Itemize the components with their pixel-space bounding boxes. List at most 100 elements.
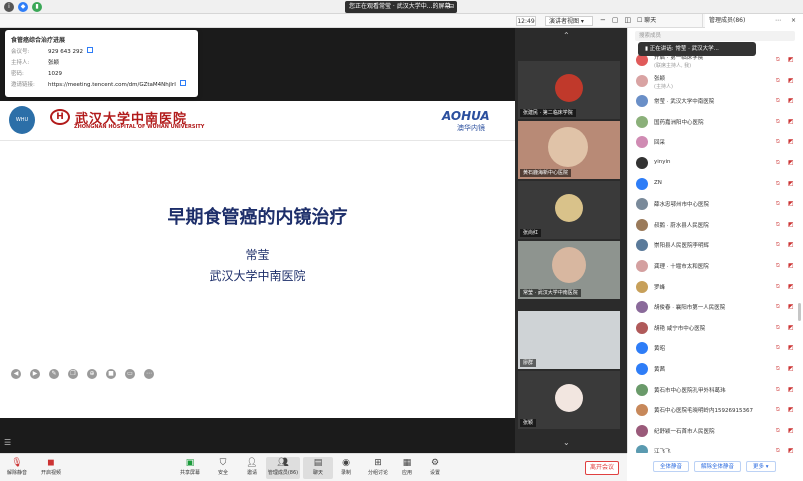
mic-muted-icon[interactable]: ⍉	[776, 303, 780, 311]
close-banner-icon[interactable]: ⊟	[449, 1, 454, 13]
view-mode-button[interactable]: 演讲者视图 ▾	[545, 16, 593, 26]
camera-off-icon[interactable]: ◩	[788, 56, 794, 63]
camera-off-icon[interactable]: ◩	[788, 77, 794, 84]
member-row[interactable]: 纪舒颖一石首市人民医院 ⍉ ◩	[628, 421, 803, 442]
member-row[interactable]: 胡俊春 · 襄阳市第一人民医院 ⍉ ◩	[628, 297, 803, 318]
more-button[interactable]: 更多 ▾	[746, 461, 776, 472]
chat-button[interactable]: ▤ 聊天	[303, 457, 333, 479]
mic-muted-icon[interactable]: ⍉	[776, 406, 780, 414]
camera-off-icon[interactable]: ◩	[788, 344, 794, 351]
video-tile[interactable]: 廖群	[518, 311, 620, 369]
more-icon[interactable]: ⋯	[775, 14, 781, 28]
mic-muted-icon[interactable]: ⍉	[776, 159, 780, 167]
mic-muted-icon[interactable]: ⍉	[776, 365, 780, 373]
video-tile[interactable]: 张颖	[518, 371, 620, 429]
mic-muted-icon[interactable]: ⍉	[776, 77, 780, 85]
camera-off-icon[interactable]: ◩	[788, 138, 794, 145]
start-video-button[interactable]: ◼ 开启视频	[36, 457, 66, 476]
camera-off-icon[interactable]: ◩	[788, 97, 794, 104]
member-row[interactable]: 常莹 · 武汉大学中南医院 ⍉ ◩	[628, 91, 803, 112]
mic-muted-icon[interactable]: ⍉	[776, 56, 780, 64]
camera-off-icon[interactable]: ◩	[788, 118, 794, 125]
mic-muted-icon[interactable]: ⍉	[776, 262, 780, 270]
invite-button[interactable]: 👤︎ 邀请	[237, 457, 267, 476]
member-row[interactable]: 薛水忠鄂州市中心医院 ⍉ ◩	[628, 194, 803, 215]
mute-all-button[interactable]: 全体静音	[653, 461, 690, 472]
camera-off-icon[interactable]: ◩	[788, 180, 794, 187]
camera-off-icon[interactable]: ◩	[788, 386, 794, 393]
shield-icon[interactable]: ◆	[18, 2, 28, 12]
member-search-input[interactable]: 搜索成员	[635, 31, 795, 41]
restore-icon[interactable]: ▢	[612, 16, 619, 24]
mic-muted-icon[interactable]: ⍉	[776, 427, 780, 435]
mic-muted-icon[interactable]: ⍉	[776, 283, 780, 291]
member-row[interactable]: yinyin ⍉ ◩	[628, 153, 803, 174]
mic-muted-icon[interactable]: ⍉	[776, 344, 780, 352]
mic-muted-icon[interactable]: ⍉	[776, 180, 780, 188]
manage-members-button[interactable]: 👥︎ 管理成员(86)	[266, 457, 300, 479]
signal-icon[interactable]: ▮	[32, 2, 42, 12]
more-options-icon[interactable]: ⋯	[144, 369, 154, 379]
member-row[interactable]: 回采 ⍉ ◩	[628, 132, 803, 153]
mic-muted-icon[interactable]: ⍉	[776, 221, 780, 229]
unmute-button[interactable]: 🎙︎ 解除静音	[2, 457, 32, 476]
camera-off-icon[interactable]: ◩	[788, 159, 794, 166]
member-scrollbar[interactable]	[798, 303, 801, 321]
camera-off-icon[interactable]: ◩	[788, 365, 794, 372]
mic-muted-icon[interactable]: ⍉	[776, 200, 780, 208]
member-row[interactable]: 胡艳 咸宁市中心医院 ⍉ ◩	[628, 318, 803, 339]
video-tile[interactable]: 张建民 · 第二临床学院	[518, 61, 620, 119]
member-row[interactable]: 张颖 (主持人) ⍉ ◩	[628, 71, 803, 92]
member-row[interactable]: 崇阳县人民医院李明辉 ⍉ ◩	[628, 235, 803, 256]
chevron-down-icon[interactable]: ⌄	[563, 438, 570, 447]
share-screen-button[interactable]: ▣ 共享屏幕	[175, 457, 205, 476]
member-row[interactable]: 黄石市中心医院孔甲外科葛玮 ⍉ ◩	[628, 380, 803, 401]
minimize-icon[interactable]: −	[600, 16, 606, 24]
member-row[interactable]: 叔鹅 · 蔚水县人民医院 ⍉ ◩	[628, 215, 803, 236]
camera-off-icon[interactable]: ◩	[788, 406, 794, 413]
copy-icon[interactable]: ❐	[68, 369, 78, 379]
camera-off-icon[interactable]: ◩	[788, 427, 794, 434]
video-tile[interactable]: 常莹 · 武汉大学中南医院	[518, 241, 620, 299]
security-button[interactable]: ⛉ 安全	[208, 457, 238, 476]
settings-button[interactable]: ⚙ 设置	[420, 457, 450, 476]
chevron-up-icon[interactable]: ⌃	[563, 31, 570, 40]
camera-off-icon[interactable]: ◩	[788, 221, 794, 228]
member-row[interactable]: 国药嘉洲阳中心医院 ⍉ ◩	[628, 112, 803, 133]
member-row[interactable]: 黄茜 ⍉ ◩	[628, 359, 803, 380]
camera-off-icon[interactable]: ◩	[788, 283, 794, 290]
mic-muted-icon[interactable]: ⍉	[776, 241, 780, 249]
tab-members[interactable]: 管理成员(86) ⋯ ×	[705, 14, 803, 28]
record-button[interactable]: ◉ 录制	[331, 457, 361, 476]
leave-meeting-button[interactable]: 离开会议	[585, 461, 619, 475]
video-tile[interactable]: 黄石鹿海新中心医院	[518, 121, 620, 179]
meeting-id[interactable]: 929 643 292	[48, 47, 83, 58]
zoom-icon[interactable]: ⊕	[87, 369, 97, 379]
camera-off-icon[interactable]: ◩	[788, 324, 794, 331]
camera-off-icon[interactable]: ◩	[788, 303, 794, 310]
invite-link[interactable]: https://meeting.tencent.com/dm/GZtaM4Nhj…	[48, 80, 176, 91]
tab-chat[interactable]: ☐ 聊天	[633, 14, 703, 28]
member-row[interactable]: 黄石中心医院毛晓明岭内15926915367 ⍉ ◩	[628, 400, 803, 421]
copy-id-icon[interactable]	[87, 47, 93, 53]
camera-off-icon[interactable]: ◩	[788, 241, 794, 248]
mic-muted-icon[interactable]: ⍉	[776, 97, 780, 105]
split-icon[interactable]: ◫	[625, 16, 632, 24]
copy-link-icon[interactable]	[179, 80, 186, 86]
mic-muted-icon[interactable]: ⍉	[776, 138, 780, 146]
member-row[interactable]: 龚理 · 十堰市太和医院 ⍉ ◩	[628, 256, 803, 277]
camera-off-icon[interactable]: ◩	[788, 200, 794, 207]
camera-icon[interactable]: ■	[106, 369, 116, 379]
member-row[interactable]: ZN ⍉ ◩	[628, 174, 803, 195]
pen-icon[interactable]: ✎	[49, 369, 59, 379]
mic-muted-icon[interactable]: ⍉	[776, 386, 780, 394]
prev-slide-icon[interactable]: ◀	[11, 369, 21, 379]
member-row[interactable]: 黄昭 ⍉ ◩	[628, 338, 803, 359]
mic-muted-icon[interactable]: ⍉	[776, 324, 780, 332]
info-icon[interactable]: i	[4, 2, 14, 12]
mic-muted-icon[interactable]: ⍉	[776, 118, 780, 126]
list-icon[interactable]: ☰	[4, 438, 11, 447]
next-slide-icon[interactable]: ▶	[30, 369, 40, 379]
close-panel-icon[interactable]: ×	[791, 14, 796, 28]
unmute-all-button[interactable]: 解除全体静音	[694, 461, 742, 472]
